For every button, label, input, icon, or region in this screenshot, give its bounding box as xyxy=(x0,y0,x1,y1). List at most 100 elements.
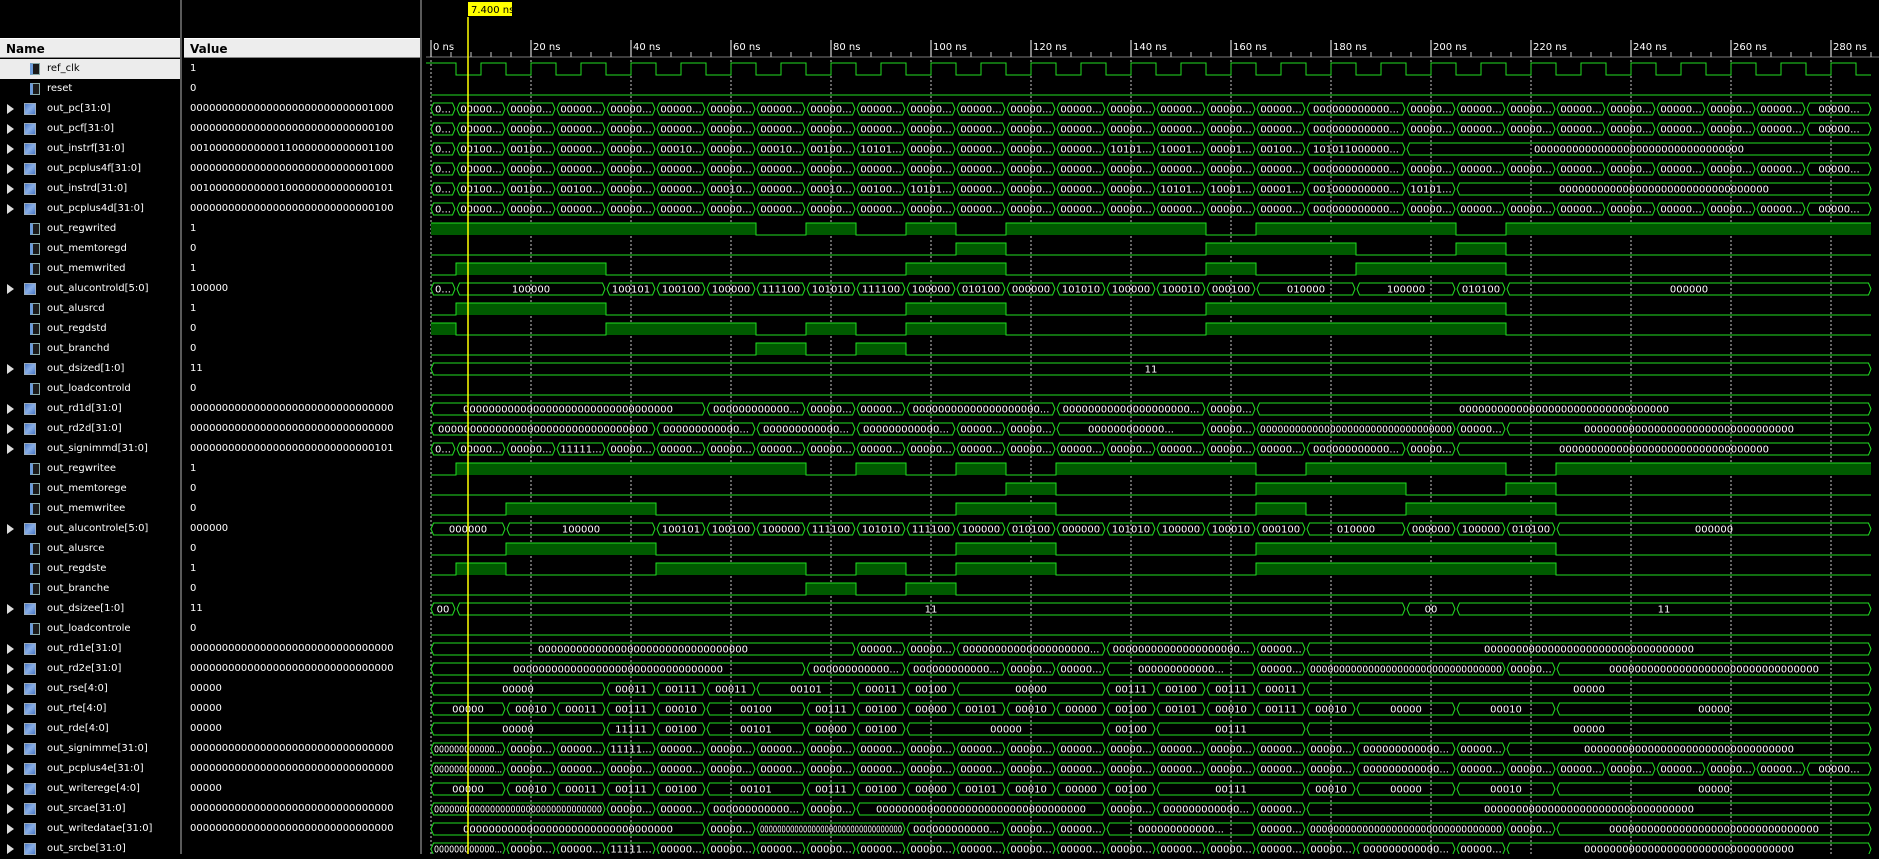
waveform-out-rd2e[interactable]: 000000000000000000000000000000000 0000000… xyxy=(430,662,1872,676)
waveform-out-rte[interactable]: 00000 00010 00011 00111 00010 00100 00111 00100… xyxy=(430,702,1872,716)
signal-row-out-alusrce[interactable]: out_alusrce xyxy=(0,539,180,559)
value-row-out-alucontrole[interactable]: 000000 xyxy=(184,519,420,539)
expand-arrow-icon[interactable] xyxy=(7,844,14,854)
signal-row-out-rd2d[interactable]: out_rd2d[31:0] xyxy=(0,419,180,439)
signal-row-out-regwrited[interactable]: out_regwrited xyxy=(0,219,180,239)
signal-row-out-pcplus4e[interactable]: out_pcplus4e[31:0] xyxy=(0,759,180,779)
value-row-out-pcplus4e[interactable]: 00000000000000000000000000000000 xyxy=(184,759,420,779)
value-row-out-memtorege[interactable]: 0 xyxy=(184,479,420,499)
waveform-out-pcf[interactable]: 0... 00000... 00000... 00000... 00000... 0000… xyxy=(430,122,1872,136)
value-row-out-pcf[interactable]: 00000000000000000000000000000100 xyxy=(184,119,420,139)
value-row-out-alusrce[interactable]: 0 xyxy=(184,539,420,559)
expand-arrow-icon[interactable] xyxy=(7,684,14,694)
signal-row-out-pcplus4d[interactable]: out_pcplus4d[31:0] xyxy=(0,199,180,219)
waveform-out-rd1e[interactable]: 000000000000000000000000000000000 00000..… xyxy=(430,642,1872,656)
expand-arrow-icon[interactable] xyxy=(7,524,14,534)
expand-arrow-icon[interactable] xyxy=(7,764,14,774)
waveform-out-instrd[interactable]: 0... 00100... 00100... 00100... 00000... 0000… xyxy=(430,182,1872,196)
expand-arrow-icon[interactable] xyxy=(7,644,14,654)
expand-arrow-icon[interactable] xyxy=(7,404,14,414)
signal-row-ref-clk[interactable]: ref_clk xyxy=(0,59,180,79)
expand-arrow-icon[interactable] xyxy=(7,784,14,794)
signal-row-out-regdstd[interactable]: out_regdstd xyxy=(0,319,180,339)
value-row-out-regwrited[interactable]: 1 xyxy=(184,219,420,239)
expand-arrow-icon[interactable] xyxy=(7,804,14,814)
waveform-out-pcplus4e[interactable]: 000000000000... 00000... 00000... 00000... 0… xyxy=(430,762,1872,776)
waveform-out-signimmd[interactable]: 0... 00000... 00000... 11111... 00000... 0000… xyxy=(430,442,1872,456)
waveform-out-rse[interactable]: 00000 00011 00111 00011 00101 00011 00100 00000… xyxy=(430,682,1872,696)
signal-row-out-branche[interactable]: out_branche xyxy=(0,579,180,599)
waveform-out-srcae[interactable]: 000000000000000000000000000000000 00000..… xyxy=(430,802,1872,816)
waveform-out-rde[interactable]: 00000 11111 00100 00101 00000 00100 00000 00100… xyxy=(430,722,1872,736)
value-row-out-alusrcd[interactable]: 1 xyxy=(184,299,420,319)
value-row-out-memwrited[interactable]: 1 xyxy=(184,259,420,279)
signal-row-out-memwritee[interactable]: out_memwritee xyxy=(0,499,180,519)
expand-arrow-icon[interactable] xyxy=(7,144,14,154)
waveform-out-regwritee[interactable] xyxy=(431,462,1871,476)
expand-arrow-icon[interactable] xyxy=(7,104,14,114)
waveform-ref-clk[interactable] xyxy=(426,62,1871,76)
signal-row-out-pc[interactable]: out_pc[31:0] xyxy=(0,99,180,119)
waveform-out-signimme[interactable]: 000000000000... 00000... 00000... 11111... 0… xyxy=(430,742,1872,756)
signal-row-out-writedatae[interactable]: out_writedatae[31:0] xyxy=(0,819,180,839)
value-row-out-branche[interactable]: 0 xyxy=(184,579,420,599)
signal-row-out-loadcontrole[interactable]: out_loadcontrole xyxy=(0,619,180,639)
waveform-out-regdste[interactable] xyxy=(431,562,1871,576)
value-row-out-memwritee[interactable]: 0 xyxy=(184,499,420,519)
name-column-header[interactable]: Name xyxy=(0,38,180,58)
expand-arrow-icon[interactable] xyxy=(7,164,14,174)
waveform-out-memtorege[interactable] xyxy=(431,482,1871,496)
expand-arrow-icon[interactable] xyxy=(7,124,14,134)
expand-arrow-icon[interactable] xyxy=(7,284,14,294)
waveform-out-memtoregd[interactable] xyxy=(431,242,1871,256)
expand-arrow-icon[interactable] xyxy=(7,724,14,734)
waveform-out-srcbe[interactable]: 000000000000... 00000... 00000... 11111... 0… xyxy=(430,842,1872,854)
signal-row-out-memwrited[interactable]: out_memwrited xyxy=(0,259,180,279)
waveform-out-pc[interactable]: 0... 00000... 00000... 00000... 00000... 0000… xyxy=(430,102,1872,116)
expand-arrow-icon[interactable] xyxy=(7,204,14,214)
value-row-out-loadcontrold[interactable]: 0 xyxy=(184,379,420,399)
signal-row-out-regdste[interactable]: out_regdste xyxy=(0,559,180,579)
value-row-out-alucontrold[interactable]: 100000 xyxy=(184,279,420,299)
expand-arrow-icon[interactable] xyxy=(7,664,14,674)
expand-arrow-icon[interactable] xyxy=(7,184,14,194)
waveform-canvas[interactable]: 0 ns 20 ns 40 ns 60 ns 80 ns 100 ns 120 ns 140 … xyxy=(426,0,1879,854)
waveform-out-memwrited[interactable] xyxy=(431,262,1871,276)
value-row-out-regwritee[interactable]: 1 xyxy=(184,459,420,479)
expand-arrow-icon[interactable] xyxy=(7,704,14,714)
signal-row-out-rd1e[interactable]: out_rd1e[31:0] xyxy=(0,639,180,659)
waveform-out-dsized[interactable]: 11 xyxy=(430,362,1872,376)
signal-row-out-signimme[interactable]: out_signimme[31:0] xyxy=(0,739,180,759)
waveform-out-alucontrole[interactable]: 000000 100000 100101 100100 100000 111100 1010… xyxy=(430,522,1872,536)
value-row-out-srcbe[interactable] xyxy=(184,839,420,859)
signal-row-out-loadcontrold[interactable]: out_loadcontrold xyxy=(0,379,180,399)
value-row-out-writedatae[interactable]: 00000000000000000000000000000000 xyxy=(184,819,420,839)
signal-row-out-rte[interactable]: out_rte[4:0] xyxy=(0,699,180,719)
signal-row-out-writerege[interactable]: out_writerege[4:0] xyxy=(0,779,180,799)
value-row-out-pcplus4f[interactable]: 00000000000000000000000000001000 xyxy=(184,159,420,179)
value-row-out-pc[interactable]: 00000000000000000000000000001000 xyxy=(184,99,420,119)
value-row-out-regdstd[interactable]: 0 xyxy=(184,319,420,339)
waveform-out-regwrited[interactable] xyxy=(431,222,1871,236)
value-row-out-rse[interactable]: 00000 xyxy=(184,679,420,699)
value-row-out-loadcontrole[interactable]: 0 xyxy=(184,619,420,639)
signal-row-out-memtoregd[interactable]: out_memtoregd xyxy=(0,239,180,259)
value-row-out-memtoregd[interactable]: 0 xyxy=(184,239,420,259)
signal-row-out-memtorege[interactable]: out_memtorege xyxy=(0,479,180,499)
value-row-ref-clk[interactable]: 1 xyxy=(184,59,420,79)
signal-row-out-regwritee[interactable]: out_regwritee xyxy=(0,459,180,479)
waveform-out-alusrce[interactable] xyxy=(431,542,1871,556)
value-row-out-writerege[interactable]: 00000 xyxy=(184,779,420,799)
signal-row-out-dsizee[interactable]: out_dsizee[1:0] xyxy=(0,599,180,619)
waveform-out-dsizee[interactable]: 00 11 00 11 xyxy=(430,602,1872,616)
signal-row-out-srcae[interactable]: out_srcae[31:0] xyxy=(0,799,180,819)
signal-row-out-rd1d[interactable]: out_rd1d[31:0] xyxy=(0,399,180,419)
waveform-out-writerege[interactable]: 00000 00010 00011 00111 00100 00101 00111 00100… xyxy=(430,782,1872,796)
value-row-reset[interactable]: 0 xyxy=(184,79,420,99)
waveform-out-branche[interactable] xyxy=(431,582,1871,596)
value-row-out-signimmd[interactable]: 00000000000000000000000000000101 xyxy=(184,439,420,459)
waveform-out-instrf[interactable]: 0... 00100... 00100... 00000... 00000... 0001… xyxy=(430,142,1872,156)
value-row-out-instrd[interactable]: 00100000000000100000000000000101 xyxy=(184,179,420,199)
value-row-out-rd1e[interactable]: 00000000000000000000000000000000 xyxy=(184,639,420,659)
waveform-out-rd1d[interactable]: 000000000000000000000000000000000 0000000… xyxy=(430,402,1872,416)
